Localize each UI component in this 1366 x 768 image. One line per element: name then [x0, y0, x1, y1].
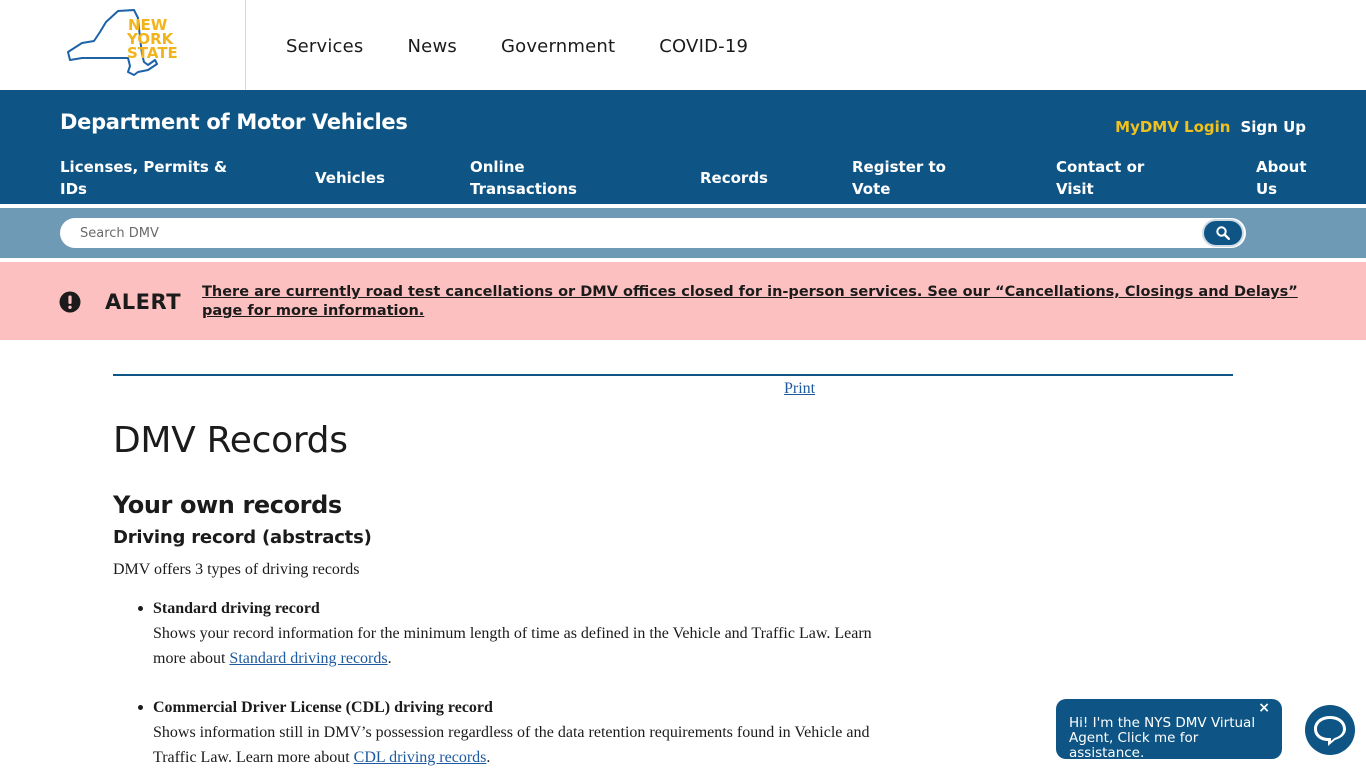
agency-nav-about-line1: About [1256, 158, 1307, 176]
standard-driving-records-link[interactable]: Standard driving records [229, 650, 387, 667]
bullet-icon [138, 705, 143, 710]
search-band [0, 208, 1366, 258]
agency-nav-register-line1: Register to [852, 158, 946, 176]
list-item: Standard driving record Shows your recor… [138, 596, 873, 671]
agency-title[interactable]: Department of Motor Vehicles [60, 110, 408, 134]
agency-nav-contact-or-visit[interactable]: Contact or Visit [1056, 156, 1144, 200]
agency-nav-licenses-line1: Licenses, Permits & [60, 158, 228, 176]
logo-divider [245, 0, 246, 90]
content-top-rule [113, 374, 1233, 376]
agency-nav-licenses-line2: IDs [60, 180, 87, 198]
agency-nav-vehicles[interactable]: Vehicles [315, 167, 385, 189]
global-nav: Services News Government COVID-19 [286, 36, 792, 57]
alert-message-link[interactable]: There are currently road test cancellati… [202, 283, 1302, 321]
agency-nav-online-transactions[interactable]: Online Transactions [470, 156, 577, 200]
search-box [60, 218, 1246, 248]
print-link[interactable]: Print [784, 380, 815, 398]
agency-nav-register-line2: Vote [852, 180, 891, 198]
agency-nav-contact-line2: Visit [1056, 180, 1094, 198]
agency-nav-contact-line1: Contact or [1056, 158, 1145, 176]
agency-nav-licenses[interactable]: Licenses, Permits & IDs [60, 156, 227, 200]
record-types-list: Standard driving record Shows your recor… [138, 596, 873, 768]
agency-nav-records[interactable]: Records [700, 167, 768, 189]
search-input[interactable] [80, 218, 1180, 248]
global-header: NEW YORK STATE Services News Government … [0, 0, 1366, 90]
record-description: Shows information still in DMV’s possess… [153, 724, 870, 766]
chat-bubble-icon [1314, 716, 1346, 746]
agency-nav-records-label: Records [700, 169, 768, 187]
chat-launcher-button[interactable] [1305, 705, 1355, 755]
record-description-end: . [387, 650, 392, 667]
sign-up-link[interactable]: Sign Up [1240, 118, 1306, 136]
page-title: DMV Records [113, 420, 348, 461]
record-name: Commercial Driver License (CDL) driving … [153, 699, 493, 716]
agency-nav-online-line1: Online [470, 158, 525, 176]
global-nav-government[interactable]: Government [501, 36, 615, 57]
global-nav-covid-19[interactable]: COVID-19 [659, 36, 748, 57]
alert-label: ALERT [105, 290, 182, 314]
search-icon [1216, 226, 1230, 240]
account-links: MyDMV Login Sign Up [1115, 118, 1306, 136]
new-york-state-map-icon: NEW YORK STATE [67, 9, 178, 76]
agency-nav-about-us[interactable]: About Us [1256, 156, 1307, 200]
agency-nav-register-to-vote[interactable]: Register to Vote [852, 156, 946, 200]
agency-nav-about-line2: Us [1256, 180, 1278, 198]
subsection-heading: Driving record (abstracts) [113, 527, 372, 548]
logo-line-3: STATE [127, 44, 178, 62]
agency-header: Department of Motor Vehicles MyDMV Login… [0, 90, 1366, 204]
record-description-end: . [486, 749, 491, 766]
virtual-agent-prompt[interactable]: × Hi! I'm the NYS DMV Virtual Agent, Cli… [1056, 699, 1282, 761]
close-icon[interactable]: × [1258, 701, 1270, 716]
bullet-icon [138, 606, 143, 611]
exclamation-circle-icon [59, 291, 81, 313]
agency-nav: Licenses, Permits & IDs Vehicles Online … [0, 154, 1366, 198]
global-nav-news[interactable]: News [408, 36, 457, 57]
record-name: Standard driving record [153, 600, 320, 617]
search-button[interactable] [1202, 219, 1244, 247]
virtual-agent-message: Hi! I'm the NYS DMV Virtual Agent, Click… [1069, 715, 1256, 761]
agency-nav-vehicles-label: Vehicles [315, 169, 385, 187]
intro-text: DMV offers 3 types of driving records [113, 561, 360, 578]
mydmv-login-link[interactable]: MyDMV Login [1115, 118, 1230, 136]
list-item: Commercial Driver License (CDL) driving … [138, 695, 873, 768]
agency-nav-online-line2: Transactions [470, 180, 577, 198]
alert-banner: ALERT There are currently road test canc… [0, 262, 1366, 340]
cdl-driving-records-link[interactable]: CDL driving records [354, 749, 487, 766]
section-heading: Your own records [113, 491, 342, 519]
global-nav-services[interactable]: Services [286, 36, 364, 57]
nys-logo[interactable]: NEW YORK STATE [62, 8, 182, 80]
